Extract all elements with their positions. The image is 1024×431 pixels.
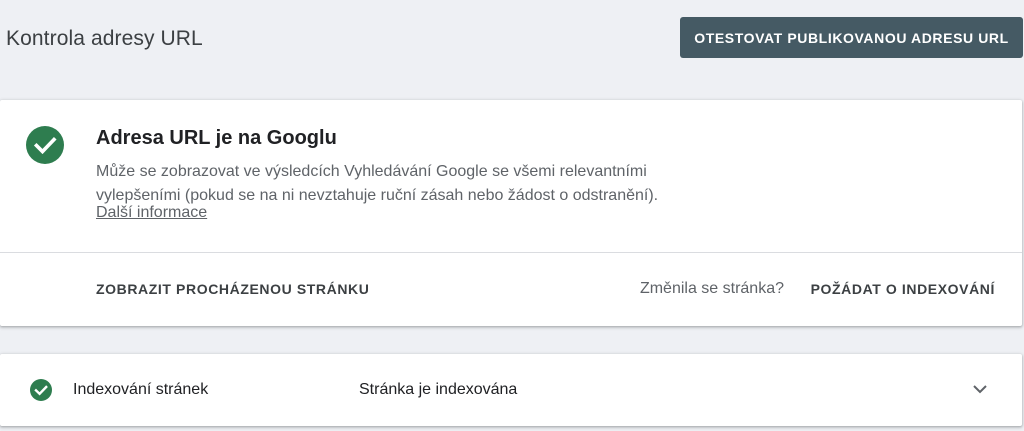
card-divider bbox=[0, 252, 1022, 253]
status-title: Adresa URL je na Googlu bbox=[96, 127, 337, 149]
more-info-link[interactable]: Další informace bbox=[96, 204, 207, 222]
check-circle-icon bbox=[26, 126, 64, 164]
page-title: Kontrola adresy URL bbox=[6, 27, 203, 50]
page-changed-text: Změnila se stránka? bbox=[639, 280, 784, 297]
page-indexing-row[interactable]: Indexování stránek Stránka je indexována bbox=[0, 354, 1022, 426]
header: Kontrola adresy URL OTESTOVAT PUBLIKOVAN… bbox=[0, 0, 1024, 80]
url-status-card: Adresa URL je na Googlu Může se zobrazov… bbox=[0, 100, 1022, 326]
check-circle-icon bbox=[30, 379, 52, 401]
row-status: Stránka je indexována bbox=[359, 381, 518, 398]
chevron-down-icon[interactable] bbox=[972, 383, 988, 395]
request-indexing-button[interactable]: POŽÁDAT O INDEXOVÁNÍ bbox=[811, 281, 995, 297]
test-live-url-button[interactable]: OTESTOVAT PUBLIKOVANOU ADRESU URL bbox=[680, 17, 1023, 58]
view-crawled-page-button[interactable]: ZOBRAZIT PROCHÁZENOU STRÁNKU bbox=[96, 281, 369, 297]
status-description: Může se zobrazovat ve výsledcích Vyhledá… bbox=[96, 163, 659, 204]
row-label: Indexování stránek bbox=[73, 381, 209, 398]
